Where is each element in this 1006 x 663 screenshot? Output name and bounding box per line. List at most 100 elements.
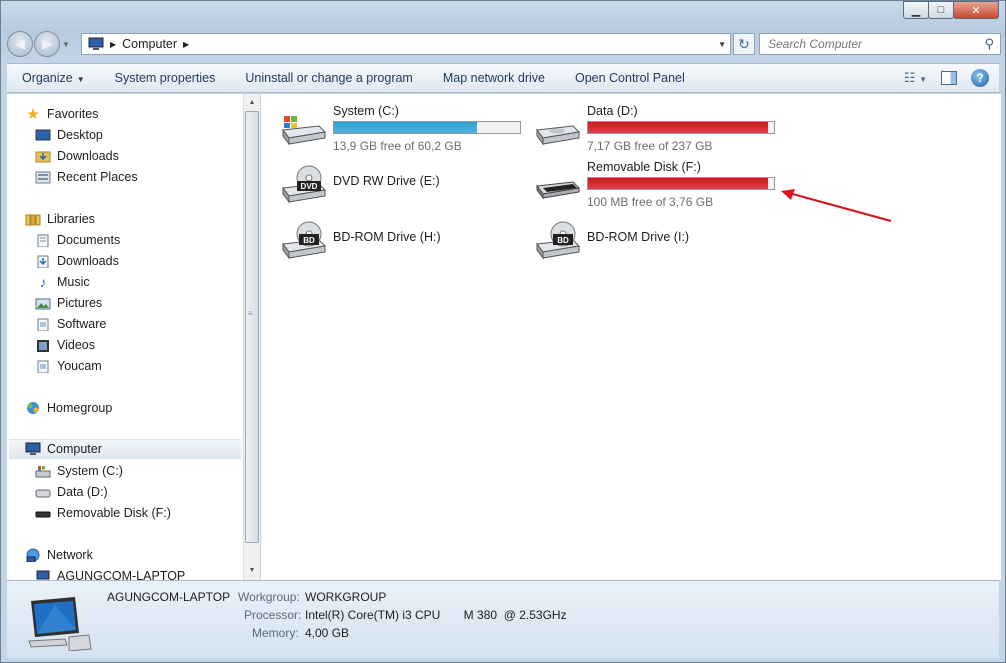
nav-homegroup[interactable]: Homegroup [25, 398, 112, 418]
drive-free-space: 100 MB free of 3,76 GB [587, 195, 714, 209]
nav-software[interactable]: Software [35, 314, 106, 334]
nav-label: Favorites [47, 107, 99, 121]
forward-button[interactable]: ▶ [34, 31, 60, 57]
back-button[interactable]: ◀ [7, 31, 33, 57]
change-view-icon[interactable]: ☷ ▼ [904, 70, 927, 86]
nav-label: Videos [57, 338, 95, 352]
removable-drive-icon [35, 506, 51, 520]
nav-network[interactable]: Network [25, 545, 93, 565]
scroll-down-icon[interactable]: ▼ [244, 564, 260, 578]
drive-bd-rom-i[interactable]: BD BD-ROM Drive (I:) [533, 214, 783, 264]
refresh-button[interactable]: ↻ [733, 33, 755, 55]
videos-icon [35, 338, 51, 352]
workgroup-label: Workgroup: [238, 590, 300, 604]
drive-usage-bar [333, 121, 521, 134]
hard-drive-icon [35, 485, 51, 499]
nav-label: AGUNGCOM-LAPTOP [57, 569, 186, 580]
pictures-icon [35, 296, 51, 310]
nav-data-d[interactable]: Data (D:) [35, 482, 108, 502]
nav-recent-places[interactable]: Recent Places [35, 167, 138, 187]
chevron-down-icon: ▼ [76, 75, 85, 84]
nav-label: Music [57, 275, 90, 289]
nav-favorites[interactable]: ★ Favorites [25, 104, 98, 124]
recent-places-icon [35, 170, 51, 184]
dvd-badge-label: DVD [301, 182, 318, 191]
hard-drive-icon [536, 125, 581, 146]
nav-music[interactable]: ♪ Music [35, 272, 90, 292]
bd-rom-drive-icon: BD [282, 221, 327, 260]
removable-drive-icon [536, 181, 581, 200]
nav-label: Recent Places [57, 170, 138, 184]
nav-label: Desktop [57, 128, 103, 142]
nav-scrollbar[interactable]: ▲ ≡ ▼ [243, 94, 260, 580]
drive-system-c[interactable]: System (C:) 13,9 GB free of 60,2 GB [279, 102, 529, 153]
drive-usage-bar [587, 121, 775, 134]
drive-free-space: 13,9 GB free of 60,2 GB [333, 139, 462, 153]
nav-computer[interactable]: Computer [9, 439, 241, 459]
nav-removable-f[interactable]: Removable Disk (F:) [35, 503, 171, 523]
nav-videos[interactable]: Videos [35, 335, 95, 355]
details-pane: AGUNGCOM-LAPTOP Workgroup: WORKGROUP Pro… [7, 580, 999, 658]
search-icon[interactable]: ⚲ [984, 36, 994, 52]
breadcrumb-separator-icon[interactable]: ▶ [110, 40, 116, 49]
system-properties-button[interactable]: System properties [100, 71, 231, 85]
nav-label: Data (D:) [57, 485, 108, 499]
breadcrumb-separator-icon[interactable]: ▶ [183, 40, 189, 49]
bd-badge-label: BD [303, 236, 315, 245]
organize-button[interactable]: Organize ▼ [7, 71, 100, 85]
search-input[interactable] [768, 37, 968, 51]
close-button[interactable]: ✕ [953, 1, 999, 19]
bd-badge-label: BD [557, 236, 569, 245]
nav-documents[interactable]: Documents [35, 230, 120, 250]
computer-icon [25, 442, 41, 456]
nav-laptop[interactable]: AGUNGCOM-LAPTOP [35, 566, 185, 580]
drive-name: BD-ROM Drive (I:) [587, 230, 690, 244]
nav-downloads-library[interactable]: Downloads [35, 251, 119, 271]
address-bar[interactable]: ▶ Computer ▶ ▼ [81, 33, 731, 55]
map-network-drive-button[interactable]: Map network drive [428, 71, 560, 85]
nav-label: Removable Disk (F:) [57, 506, 171, 520]
nav-pictures[interactable]: Pictures [35, 293, 102, 313]
nav-label: Homegroup [47, 401, 113, 415]
nav-youcam[interactable]: Youcam [35, 356, 102, 376]
help-icon[interactable]: ? [971, 69, 989, 87]
breadcrumb-computer[interactable]: Computer [122, 37, 177, 51]
preview-pane-icon[interactable] [941, 71, 957, 85]
grip-icon: ≡ [248, 309, 253, 318]
libraries-icon [25, 212, 41, 226]
windows-drive-icon [282, 116, 327, 146]
nav-libraries[interactable]: Libraries [25, 209, 95, 229]
uninstall-program-button[interactable]: Uninstall or change a program [230, 71, 427, 85]
search-box[interactable]: ⚲ [759, 33, 1001, 55]
open-control-panel-button[interactable]: Open Control Panel [560, 71, 700, 85]
drive-bd-rom-h[interactable]: BD BD-ROM Drive (H:) [279, 214, 529, 264]
processor-label: Processor: [244, 608, 302, 622]
drive-free-space: 7,17 GB free of 237 GB [587, 139, 713, 153]
drives-view: System (C:) 13,9 GB free of 60,2 GB Data… [261, 94, 1001, 580]
computer-icon [28, 597, 92, 651]
drive-usage-bar [587, 177, 775, 190]
computer-icon [35, 569, 51, 580]
minimize-button[interactable]: ▁ [903, 1, 929, 19]
downloads-library-icon [35, 254, 51, 268]
dvd-drive-icon: DVD [282, 165, 327, 204]
nav-label: Software [57, 317, 107, 331]
drive-name: Data (D:) [587, 104, 638, 118]
youcam-library-icon [35, 359, 51, 373]
recent-pages-dropdown[interactable]: ▼ [61, 40, 71, 49]
drive-removable-f[interactable]: Removable Disk (F:) 100 MB free of 3,76 … [533, 158, 783, 209]
address-dropdown-icon[interactable]: ▼ [718, 40, 726, 49]
drive-usage-fill [588, 122, 769, 133]
drive-data-d[interactable]: Data (D:) 7,17 GB free of 237 GB [533, 102, 783, 153]
nav-downloads-favorite[interactable]: Downloads [35, 146, 119, 166]
processor-value: Intel(R) Core(TM) i3 CPU M 380 @ 2.53GHz [305, 608, 567, 622]
scroll-up-icon[interactable]: ▲ [244, 96, 260, 110]
nav-label: Documents [57, 233, 121, 247]
nav-desktop[interactable]: Desktop [35, 125, 103, 145]
drive-dvd-e[interactable]: DVD DVD RW Drive (E:) [279, 158, 529, 208]
maximize-button[interactable]: □ [928, 1, 954, 19]
nav-label: Downloads [57, 149, 119, 163]
nav-system-c[interactable]: System (C:) [35, 461, 123, 481]
scroll-thumb[interactable] [245, 111, 259, 543]
organize-label: Organize [22, 71, 73, 85]
